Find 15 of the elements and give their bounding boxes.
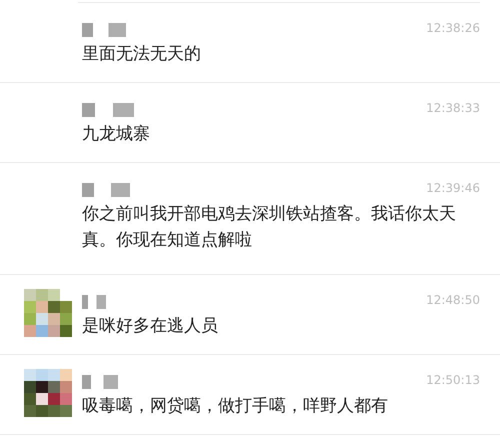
redacted-name [82, 23, 126, 37]
redacted-name [82, 183, 130, 197]
redacted-name [82, 375, 118, 389]
redacted-name [82, 295, 106, 309]
message-text: 你之前叫我开部电鸡去深圳铁站揸客。我话你太天真。你现在知道点解啦 [82, 203, 457, 252]
message-time: 12:39:46 [426, 181, 480, 195]
message-time: 12:38:33 [426, 101, 480, 115]
message-text: 九龙城寨 [82, 123, 151, 146]
message-time: 12:38:26 [426, 21, 480, 35]
message-time: 12:48:50 [426, 293, 480, 307]
message-text: 是咪好多在逃人员 [82, 315, 219, 338]
message-text: 吸毒噶，网贷噶，做打手噶，咩野人都有 [82, 395, 389, 418]
message-time: 12:50:13 [426, 373, 480, 387]
redacted-name [82, 103, 134, 117]
message-text: 里面无法无天的 [82, 43, 202, 66]
